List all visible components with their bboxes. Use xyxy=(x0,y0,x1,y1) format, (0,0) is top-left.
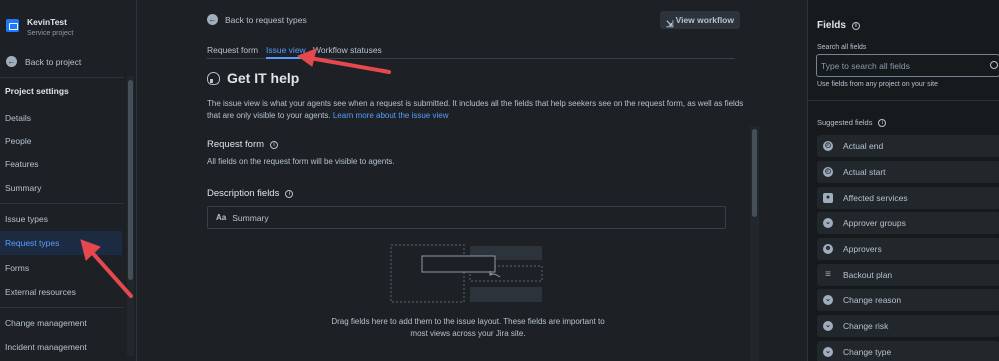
back-to-project-label: Back to project xyxy=(25,56,82,67)
chevron-circle-icon: ⌄ xyxy=(823,295,833,305)
description-text: The issue view is what your agents see w… xyxy=(207,99,744,120)
person-icon: ☻ xyxy=(823,244,833,254)
search-label: Search all fields xyxy=(817,44,867,51)
chevron-circle-icon: ⌄ xyxy=(823,347,833,357)
field-chip-label: Affected services xyxy=(843,193,908,203)
field-chip-approvers[interactable]: ☻ Approvers xyxy=(817,238,999,260)
sidebar-item-change-management[interactable]: Change management xyxy=(0,311,122,335)
content-scrollbar[interactable] xyxy=(750,126,759,361)
drop-hint-line-2: most views across your Jira site. xyxy=(410,329,526,338)
info-icon[interactable]: i xyxy=(851,22,860,30)
field-chip-affected-services[interactable]: ● Affected services xyxy=(817,187,999,209)
summary-field-label: Summary xyxy=(232,212,269,223)
sidebar-item-issue-types[interactable]: Issue types xyxy=(0,207,122,231)
sidebar-item-features[interactable]: Features xyxy=(0,152,122,176)
back-to-request-types-link[interactable]: ← Back to request types xyxy=(207,14,307,25)
fields-panel: Fieldsi Search all fields Use fields fro… xyxy=(807,0,999,361)
search-icon[interactable] xyxy=(990,61,998,69)
headset-icon xyxy=(207,71,220,85)
main-content: ← Back to request types ⇲ View workflow … xyxy=(137,0,807,361)
drop-zone-hint: Drag fields here to add them to the issu… xyxy=(323,316,613,340)
drop-hint-line-1: Drag fields here to add them to the issu… xyxy=(331,317,605,326)
project-settings-heading: Project settings xyxy=(5,86,69,96)
scrollbar-thumb[interactable] xyxy=(128,80,133,280)
fields-panel-title: Fields i xyxy=(817,20,860,31)
drag-drop-illustration xyxy=(390,244,543,303)
field-chip-actual-start[interactable]: ◴ Actual start xyxy=(817,161,999,183)
view-workflow-button[interactable]: ⇲ View workflow xyxy=(660,11,740,29)
clock-icon: ◴ xyxy=(823,167,833,177)
sidebar-item-external-resources[interactable]: External resources xyxy=(0,280,122,304)
field-chip-label: Change reason xyxy=(843,295,902,305)
tab-request-form[interactable]: Request form xyxy=(207,45,258,55)
page-title-row: Get IT help xyxy=(207,70,299,86)
sidebar-item-people[interactable]: People xyxy=(0,129,122,153)
text-lines-icon: ≡ xyxy=(825,269,831,280)
field-chip-label: Change risk xyxy=(843,321,889,331)
field-chip-label: Approvers xyxy=(843,244,882,254)
field-chip-label: Actual start xyxy=(843,167,886,177)
project-name: KevinTest xyxy=(27,17,67,27)
request-form-section-text: All fields on the request form will be v… xyxy=(207,157,395,166)
search-box[interactable] xyxy=(816,54,999,77)
sidebar-item-request-types[interactable]: Request types xyxy=(0,231,122,255)
back-to-project-link[interactable]: ← Back to project xyxy=(6,56,81,67)
tab-bar: Request form Issue view Workflow statuse… xyxy=(207,43,735,59)
chevron-circle-icon: ⌄ xyxy=(823,218,833,228)
request-form-heading: Request form xyxy=(207,139,265,150)
workflow-icon: ⇲ xyxy=(666,19,674,29)
info-icon[interactable]: i xyxy=(270,141,279,149)
back-arrow-icon: ← xyxy=(6,56,17,67)
issue-view-description: The issue view is what your agents see w… xyxy=(207,98,747,122)
sidebar-item-incident-management[interactable]: Incident management xyxy=(0,335,122,359)
info-icon[interactable]: i xyxy=(285,190,294,198)
suggested-fields-title: Suggested fields i xyxy=(817,118,887,127)
field-chip-label: Approver groups xyxy=(843,218,906,228)
project-type: Service project xyxy=(27,30,74,37)
tab-workflow-statuses[interactable]: Workflow statuses xyxy=(313,45,382,55)
field-chip-label: Change type xyxy=(843,347,892,357)
search-hint: Use fields from any project on your site xyxy=(817,81,938,88)
summary-field-item[interactable]: Aa Summary xyxy=(207,206,726,229)
request-form-section-title: Request form i xyxy=(207,139,279,150)
project-header[interactable]: KevinTest Service project xyxy=(6,17,73,37)
sidebar: KevinTest Service project ← Back to proj… xyxy=(0,0,137,361)
sidebar-scrollbar[interactable] xyxy=(127,76,134,356)
clock-icon: ◴ xyxy=(823,141,833,151)
view-workflow-label: View workflow xyxy=(675,15,734,25)
page-title: Get IT help xyxy=(227,70,300,86)
learn-more-link[interactable]: Learn more about the issue view xyxy=(333,111,449,120)
project-icon xyxy=(6,19,19,32)
fields-heading: Fields xyxy=(817,20,846,31)
tab-issue-view[interactable]: Issue view xyxy=(266,45,306,59)
suggested-fields-heading: Suggested fields xyxy=(817,118,873,127)
info-icon[interactable]: i xyxy=(878,119,887,127)
text-type-icon: Aa xyxy=(216,213,227,222)
scrollbar-thumb[interactable] xyxy=(752,129,757,217)
divider xyxy=(0,307,124,308)
description-fields-section-title: Description fields i xyxy=(207,188,294,199)
search-input[interactable] xyxy=(821,59,981,73)
field-chip-label: Backout plan xyxy=(843,270,893,280)
divider xyxy=(808,100,999,101)
back-to-request-types-label: Back to request types xyxy=(225,14,307,25)
field-chip-label: Actual end xyxy=(843,141,884,151)
field-chip-change-reason[interactable]: ⌄ Change reason xyxy=(817,289,999,311)
divider xyxy=(0,203,124,204)
back-arrow-icon: ← xyxy=(207,14,218,25)
field-chip-change-risk[interactable]: ⌄ Change risk xyxy=(817,315,999,337)
chevron-circle-icon: ⌄ xyxy=(823,321,833,331)
description-fields-heading: Description fields xyxy=(207,188,280,199)
field-chip-change-type[interactable]: ⌄ Change type xyxy=(817,341,999,361)
field-chip-approver-groups[interactable]: ⌄ Approver groups xyxy=(817,212,999,234)
sidebar-item-details[interactable]: Details xyxy=(0,106,122,130)
field-chip-backout-plan[interactable]: ≡ Backout plan xyxy=(817,264,999,286)
field-chip-actual-end[interactable]: ◴ Actual end xyxy=(817,135,999,157)
divider xyxy=(0,77,124,78)
sidebar-item-forms[interactable]: Forms xyxy=(0,256,122,280)
tag-icon: ● xyxy=(823,193,833,203)
sidebar-item-summary[interactable]: Summary xyxy=(0,176,122,200)
